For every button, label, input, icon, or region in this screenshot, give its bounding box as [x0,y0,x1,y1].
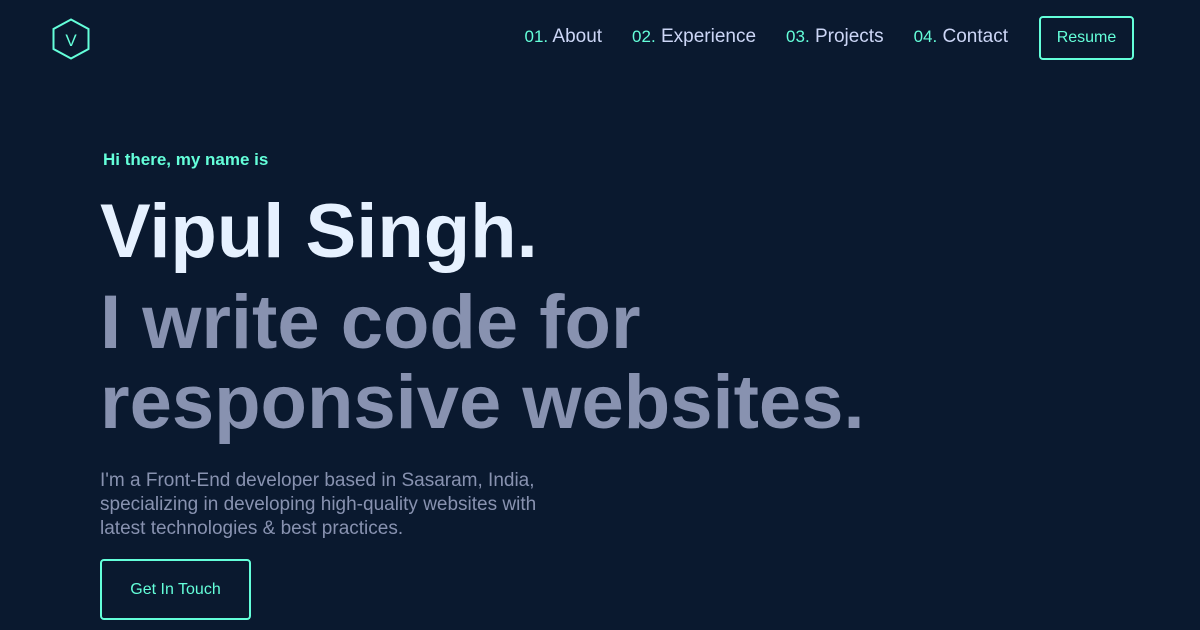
logo[interactable]: V [52,18,90,60]
nav-number: 02. [632,27,656,46]
hero-greeting: Hi there, my name is [103,150,269,169]
nav-item-projects[interactable]: 03. Projects [786,25,884,49]
page: V 01. About 02. Experience 03. Projects … [0,0,1200,630]
nav-number: 01. [524,27,549,46]
nav-item-contact[interactable]: 04. Contact [914,25,1008,49]
get-in-touch-button[interactable]: Get In Touch [100,559,251,620]
resume-button[interactable]: Resume [1039,16,1134,60]
nav-number: 04. [913,27,938,46]
nav-number: 03. [786,27,810,46]
main-nav: 01. About 02. Experience 03. Projects 04… [525,25,1008,49]
nav-item-about[interactable]: 01. About [525,25,603,49]
hero-description: I'm a Front-End developer based in Sasar… [100,470,537,539]
nav-item-experience[interactable]: 02. Experience [632,25,756,49]
nav-label: Experience [660,26,757,47]
hero-tagline: I write code for responsive websites. [100,280,865,445]
logo-letter: V [65,31,77,50]
hexagon-logo-icon: V [52,18,90,60]
hero-name: Vipul Singh. [100,189,538,274]
nav-label: About [552,26,603,47]
nav-label: Projects [814,26,884,47]
nav-label: Contact [942,26,1008,47]
